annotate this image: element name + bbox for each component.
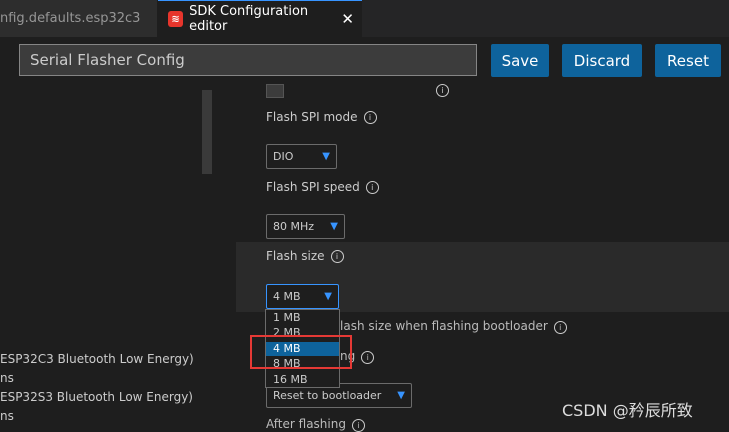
watermark: CSDN @矜辰所致 bbox=[562, 401, 693, 420]
reset-button[interactable]: Reset bbox=[655, 44, 721, 77]
annotation-highlight-box bbox=[250, 335, 352, 369]
flash-size-select[interactable]: 4 MB ▼ bbox=[266, 284, 339, 309]
dropdown-option[interactable]: 16 MB bbox=[266, 373, 339, 387]
flash-size-label: Flash size i bbox=[266, 249, 344, 263]
checkbox-partial[interactable] bbox=[266, 84, 284, 98]
tab-label: nfig.defaults.esp32c3 bbox=[0, 11, 141, 26]
flash-spi-speed-label: Flash SPI speed i bbox=[266, 180, 379, 194]
dropdown-option[interactable]: 1 MB bbox=[266, 311, 339, 325]
info-icon: i bbox=[361, 351, 375, 364]
detect-flash-size-label: lash size when flashing bootloader i bbox=[340, 319, 567, 334]
select-value: 80 MHz bbox=[273, 220, 315, 233]
sidebar-scrollbar[interactable] bbox=[202, 90, 212, 174]
search-input[interactable] bbox=[19, 44, 477, 76]
close-icon[interactable]: ✕ bbox=[341, 10, 354, 28]
tab-label: SDK Configuration editor bbox=[189, 4, 309, 34]
select-value: Reset to bootloader bbox=[273, 389, 382, 402]
left-panel-line: ESP32S3 Bluetooth Low Energy) bbox=[0, 390, 193, 404]
discard-button[interactable]: Discard bbox=[562, 44, 642, 77]
tab-sdk-config-editor[interactable]: ≋ SDK Configuration editor ✕ bbox=[158, 0, 362, 37]
tab-bar: nfig.defaults.esp32c3 ≋ SDK Configuratio… bbox=[0, 0, 729, 37]
flash-spi-mode-label: Flash SPI mode i bbox=[266, 110, 377, 124]
chevron-down-icon: ▼ bbox=[330, 221, 338, 232]
esp-icon: ≋ bbox=[168, 11, 184, 27]
left-panel-line: ns bbox=[0, 409, 14, 423]
tab-sdkconfig-defaults[interactable]: nfig.defaults.esp32c3 bbox=[0, 0, 158, 37]
flash-spi-mode-select[interactable]: DIO ▼ bbox=[266, 144, 337, 169]
info-icon: i bbox=[363, 110, 377, 124]
chevron-down-icon: ▼ bbox=[324, 291, 332, 302]
chevron-down-icon: ▼ bbox=[322, 151, 330, 162]
flash-spi-speed-select[interactable]: 80 MHz ▼ bbox=[266, 214, 345, 239]
info-icon: i bbox=[436, 84, 449, 97]
after-flashing-label: After flashing i bbox=[266, 417, 365, 432]
chevron-down-icon: ▼ bbox=[397, 390, 405, 401]
select-value: 4 MB bbox=[273, 290, 301, 303]
info-icon: i bbox=[365, 180, 379, 194]
toolbar: Save Discard Reset bbox=[0, 37, 729, 87]
left-panel-line: ESP32C3 Bluetooth Low Energy) bbox=[0, 352, 194, 366]
left-panel-line: ns bbox=[0, 371, 14, 385]
select-value: DIO bbox=[273, 150, 294, 163]
info-icon: i bbox=[553, 321, 567, 334]
info-icon: i bbox=[330, 249, 344, 263]
save-button[interactable]: Save bbox=[491, 44, 549, 77]
